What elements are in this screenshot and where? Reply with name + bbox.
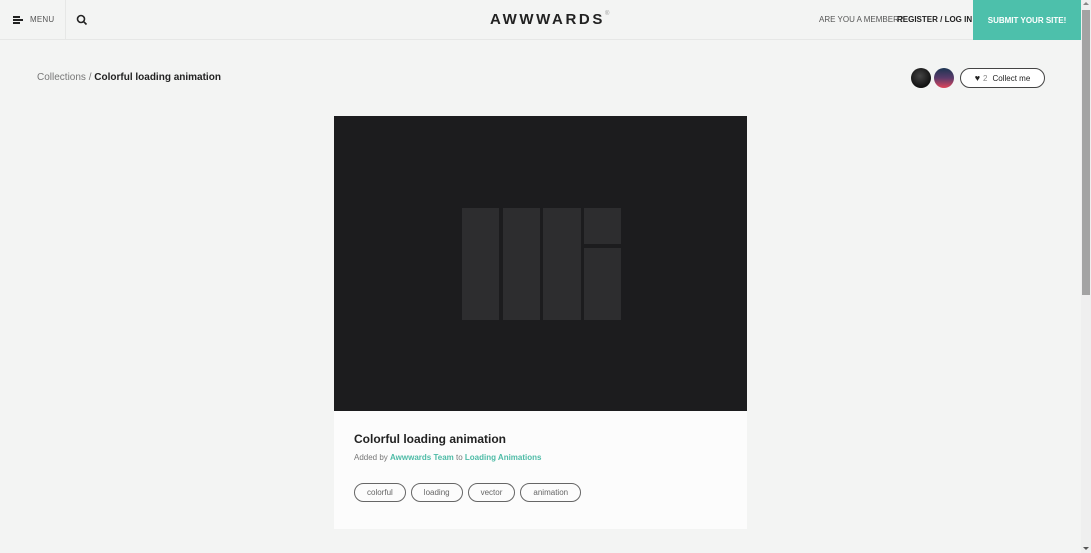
logo-text: AWWWARDS: [490, 11, 605, 28]
tag-list: colorful loading vector animation: [354, 483, 582, 502]
collector-avatar[interactable]: [934, 68, 954, 88]
item-title: Colorful loading animation: [354, 432, 506, 446]
loading-block: [584, 208, 621, 244]
site-header: MENU AWWWARDS® ARE YOU A MEMBER? REGISTE…: [0, 0, 1081, 40]
loading-block: [584, 248, 621, 320]
register-login-link[interactable]: REGISTER / LOG IN: [897, 15, 972, 24]
search-icon: [76, 14, 88, 26]
menu-label: MENU: [30, 15, 55, 24]
loading-block: [462, 208, 499, 320]
loading-block: [543, 208, 581, 320]
breadcrumb-separator: /: [85, 72, 95, 83]
scroll-up-arrow-icon[interactable]: [1083, 2, 1089, 5]
scroll-down-arrow-icon[interactable]: [1083, 547, 1089, 550]
collect-count: 2: [983, 73, 988, 83]
author-link[interactable]: Awwwards Team: [390, 453, 454, 462]
collect-me-button[interactable]: ♥ 2 Collect me: [960, 68, 1045, 88]
item-card: Colorful loading animation Added by Awww…: [334, 411, 747, 529]
registered-mark: ®: [604, 11, 610, 17]
menu-button[interactable]: MENU: [0, 0, 66, 39]
to-text: to: [453, 453, 465, 462]
member-prompt: ARE YOU A MEMBER?: [819, 15, 904, 24]
submit-site-button[interactable]: SUBMIT YOUR SITE!: [973, 0, 1081, 40]
breadcrumb: Collections / Colorful loading animation: [37, 72, 221, 83]
tag-loading[interactable]: loading: [410, 483, 463, 502]
heart-icon: ♥: [974, 73, 981, 83]
hamburger-icon: [13, 15, 23, 24]
tag-colorful[interactable]: colorful: [354, 483, 406, 502]
animation-preview[interactable]: [334, 116, 747, 411]
breadcrumb-collections[interactable]: Collections: [37, 72, 86, 83]
scrollbar[interactable]: [1081, 0, 1091, 553]
tag-vector[interactable]: vector: [467, 483, 516, 502]
tag-animation[interactable]: animation: [520, 483, 582, 502]
site-logo[interactable]: AWWWARDS®: [490, 11, 609, 28]
added-by-text: Added by: [354, 453, 391, 462]
item-meta: Added by Awwwards Team to Loading Animat…: [354, 453, 541, 462]
search-button[interactable]: [76, 13, 90, 27]
breadcrumb-current: Colorful loading animation: [94, 72, 221, 83]
collect-label: Collect me: [992, 73, 1031, 83]
collection-link[interactable]: Loading Animations: [465, 453, 542, 462]
scroll-thumb[interactable]: [1082, 10, 1090, 295]
collector-avatar[interactable]: [911, 68, 931, 88]
loading-block: [503, 208, 540, 320]
